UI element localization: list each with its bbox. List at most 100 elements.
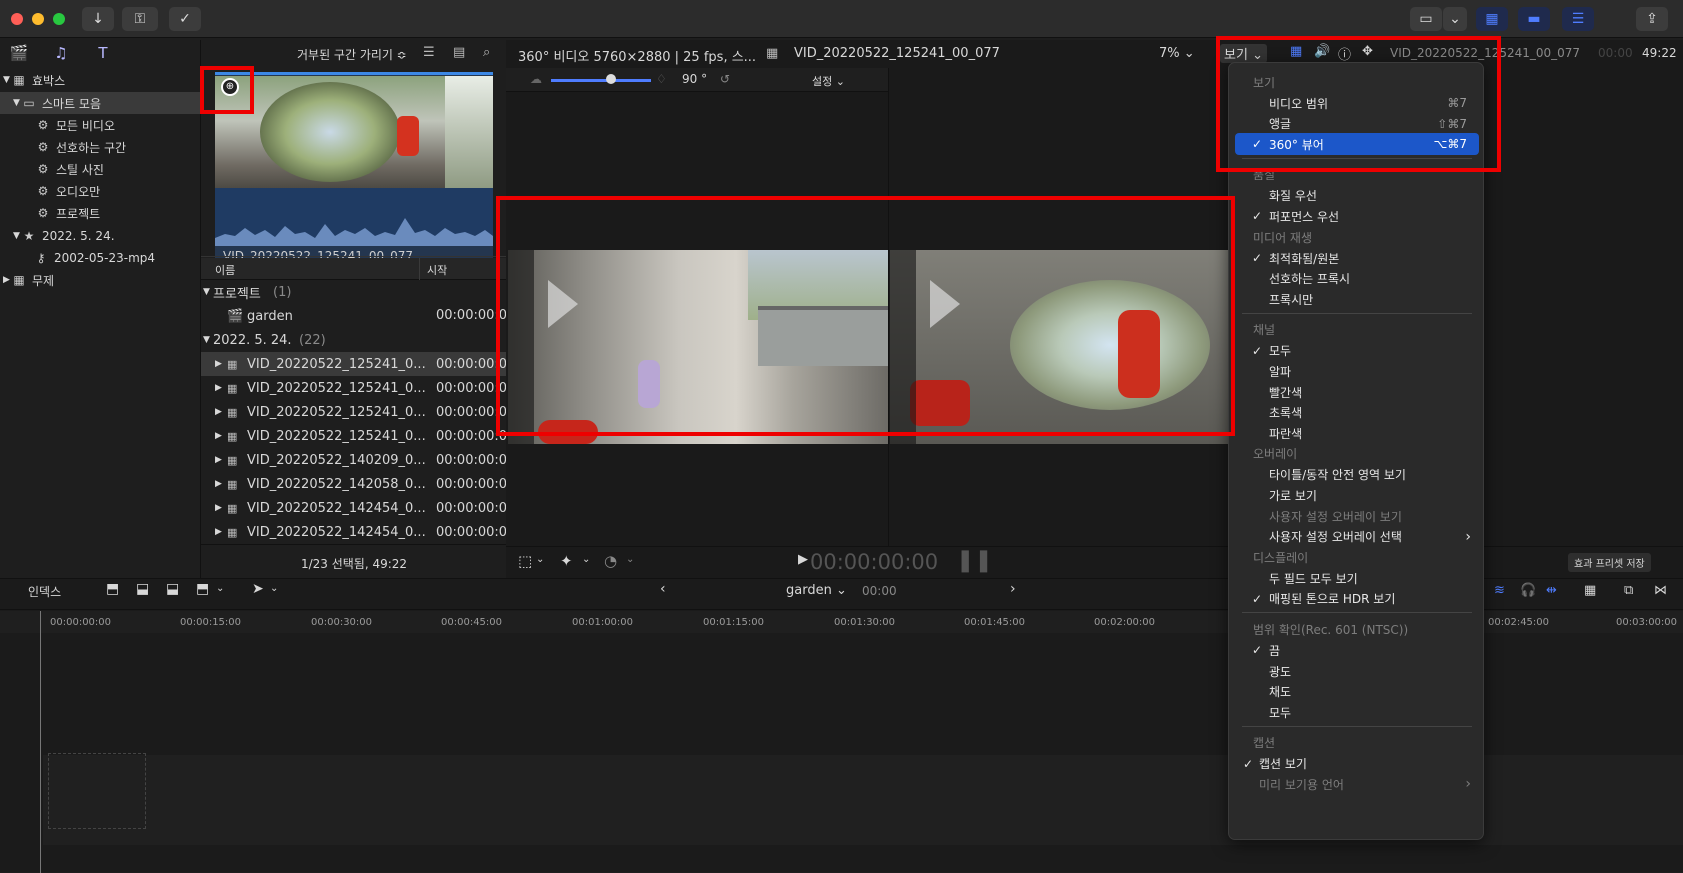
- table-row[interactable]: ▶▦VID_20220522_142454_0...00:00:00:00: [201, 520, 507, 544]
- menu-item[interactable]: 빨간색: [1235, 381, 1479, 403]
- insert-clip-icon[interactable]: ⬓: [136, 581, 149, 597]
- film-icon[interactable]: ▦: [1290, 44, 1302, 59]
- menu-item[interactable]: 가로 보기: [1235, 484, 1479, 506]
- workspace-button[interactable]: ▭: [1410, 7, 1442, 31]
- select-tool-icon[interactable]: ➤: [252, 581, 264, 597]
- project-name-menu[interactable]: garden ⌄: [786, 583, 847, 598]
- chevron-down-icon[interactable]: ⌄: [582, 554, 590, 565]
- playhead[interactable]: [40, 611, 41, 873]
- sidebar-item-all-video[interactable]: ⚙ 모든 비디오: [0, 114, 200, 136]
- skimming-icon[interactable]: ⇹: [1546, 583, 1557, 598]
- menu-item[interactable]: ✓ 모두: [1235, 340, 1479, 362]
- background-tasks-button[interactable]: ✓: [169, 7, 201, 31]
- clip-appearance-icon[interactable]: ☰: [423, 45, 435, 60]
- transform-tool-icon[interactable]: ⬚: [518, 552, 532, 570]
- speaker-icon[interactable]: 🔊: [1314, 44, 1330, 59]
- column-header-start[interactable]: 시작: [427, 262, 447, 278]
- workspace-menu-button[interactable]: ⌄: [1443, 7, 1467, 31]
- table-row-project[interactable]: 🎬garden 00:00:00:00: [201, 304, 507, 328]
- sidebar-item-keyword[interactable]: ⚷ 2002-05-23-mp4: [0, 247, 200, 269]
- connect-clip-icon[interactable]: ⬒: [106, 581, 119, 597]
- menu-item[interactable]: 비디오 범위 ⌘7: [1235, 92, 1479, 114]
- zoom-window-button[interactable]: [53, 13, 65, 25]
- sidebar-item-favorites[interactable]: ⚙ 선호하는 구간: [0, 136, 200, 158]
- menu-item[interactable]: 앵글 ⇧⌘7: [1235, 113, 1479, 135]
- sidebar-item-event[interactable]: ▼ ★ 2022. 5. 24.: [0, 225, 200, 247]
- rejected-filter-menu[interactable]: 거부된 구간 가리기 ≎: [297, 46, 407, 63]
- photos-icon[interactable]: ♫: [50, 44, 72, 64]
- sidebar-item-projects[interactable]: ⚙ 프로젝트: [0, 202, 200, 224]
- magic-wand-icon[interactable]: ✦: [560, 552, 573, 570]
- back-arrow-icon[interactable]: ‹: [660, 581, 666, 597]
- forward-arrow-icon[interactable]: ›: [1010, 581, 1016, 597]
- libraries-icon[interactable]: 🎬: [8, 44, 30, 64]
- minimize-window-button[interactable]: [32, 13, 44, 25]
- menu-item[interactable]: 타이틀/동작 안전 영역 보기: [1235, 464, 1479, 486]
- table-row[interactable]: ▶▦VID_20220522_142454_0...00:00:00:00: [201, 496, 507, 520]
- menu-item[interactable]: 두 필드 모두 보기: [1235, 567, 1479, 589]
- sidebar-item-stills[interactable]: ⚙ 스틸 사진: [0, 158, 200, 180]
- chevron-down-icon[interactable]: ⌄: [626, 554, 634, 565]
- timecode-display[interactable]: 00:00:00:00: [810, 550, 938, 574]
- angle-value[interactable]: 90 °: [682, 72, 707, 86]
- filmstrip-icon[interactable]: ▤: [453, 45, 465, 60]
- sidebar-item-smart-collections[interactable]: ▼ ▭ 스마트 모음: [0, 92, 200, 114]
- view-menu-button[interactable]: 보기 ⌄: [1220, 44, 1267, 63]
- fov-slider-knob[interactable]: [606, 74, 616, 84]
- headphones-icon[interactable]: 🎧: [1520, 583, 1536, 598]
- effects-browser-icon[interactable]: ⧉: [1624, 583, 1633, 598]
- menu-item[interactable]: 사용자 설정 오버레이 선택 ›: [1235, 526, 1479, 548]
- chevron-down-icon[interactable]: ⌄: [216, 583, 224, 594]
- zoom-menu[interactable]: 7% ⌄: [1159, 46, 1195, 61]
- menu-item[interactable]: ✓ 끔: [1235, 639, 1479, 661]
- sidebar-item-library[interactable]: ▼ ▦ 효박스: [0, 69, 200, 91]
- clip-appearance-icon[interactable]: ▦: [1584, 583, 1596, 598]
- group-projects[interactable]: ▼ 프로젝트 (1): [201, 280, 507, 304]
- audio-waveform-icon[interactable]: ≋: [1494, 583, 1505, 598]
- menu-item[interactable]: ✓ 캡션 보기: [1235, 753, 1479, 775]
- play-icon[interactable]: ▶: [798, 552, 808, 567]
- menu-item[interactable]: 파란색: [1235, 422, 1479, 444]
- titles-icon[interactable]: T: [92, 44, 114, 64]
- save-effects-preset-button[interactable]: 효과 프리셋 저장: [1568, 553, 1651, 572]
- menu-item[interactable]: 선호하는 프록시: [1235, 268, 1479, 290]
- menu-item[interactable]: 알파: [1235, 360, 1479, 382]
- append-clip-icon[interactable]: ⬓: [166, 581, 179, 597]
- menu-item[interactable]: ✓ 퍼포먼스 우선: [1235, 205, 1479, 227]
- table-row[interactable]: ▶▦VID_20220522_125241_0...00:00:00:00: [201, 376, 507, 400]
- sidebar-item-untitled[interactable]: ▶ ▦ 무제: [0, 269, 200, 291]
- menu-item[interactable]: 프록시만: [1235, 288, 1479, 310]
- menu-item[interactable]: ✓ 360° 뷰어 ⌥⌘7: [1235, 133, 1479, 156]
- reset-icon[interactable]: ↺: [720, 72, 730, 86]
- share-button[interactable]: ⇪: [1636, 7, 1668, 31]
- clip-thumbnail[interactable]: VID_20220522_125241_00_077 ⊕: [215, 72, 493, 264]
- overwrite-clip-icon[interactable]: ⬒: [196, 581, 209, 597]
- timeline-toggle-button[interactable]: ▬: [1518, 7, 1550, 31]
- inspector-toggle-button[interactable]: ☰: [1562, 7, 1594, 31]
- close-window-button[interactable]: [11, 13, 23, 25]
- menu-item[interactable]: 모두: [1235, 701, 1479, 723]
- menu-item[interactable]: ✓ 매핑된 톤으로 HDR 보기: [1235, 588, 1479, 610]
- import-button[interactable]: ↓: [82, 7, 114, 31]
- search-icon[interactable]: ⌕: [483, 45, 490, 60]
- table-row[interactable]: ▶▦VID_20220522_125241_0...00:00:00:00: [201, 352, 507, 376]
- speed-icon[interactable]: ◔: [604, 552, 617, 570]
- table-row[interactable]: ▶▦VID_20220522_140209_0...00:00:00:00: [201, 448, 507, 472]
- menu-item[interactable]: 채도: [1235, 681, 1479, 703]
- chevron-down-icon[interactable]: ⌄: [536, 554, 544, 565]
- keywords-button[interactable]: ⚿: [122, 7, 158, 31]
- menu-item[interactable]: 화질 우선: [1235, 185, 1479, 207]
- browser-toggle-button[interactable]: ▦: [1476, 7, 1508, 31]
- index-button[interactable]: 인덱스: [28, 583, 61, 600]
- menu-item[interactable]: 광도: [1235, 660, 1479, 682]
- table-row[interactable]: ▶▦VID_20220522_125241_0...00:00:00:00: [201, 400, 507, 424]
- column-header-name[interactable]: 이름: [215, 262, 235, 278]
- table-row[interactable]: ▶▦VID_20220522_142058_0...00:00:00:00: [201, 472, 507, 496]
- chevron-down-icon[interactable]: ⌄: [270, 583, 278, 594]
- group-event[interactable]: ▼ 2022. 5. 24. (22): [201, 328, 507, 352]
- fov-slider[interactable]: [551, 79, 651, 82]
- transform-icon[interactable]: ✥: [1362, 44, 1373, 59]
- sidebar-item-audio-only[interactable]: ⚙ 오디오만: [0, 180, 200, 202]
- info-icon[interactable]: ⓘ: [1338, 44, 1351, 63]
- transitions-browser-icon[interactable]: ⋈: [1654, 583, 1667, 598]
